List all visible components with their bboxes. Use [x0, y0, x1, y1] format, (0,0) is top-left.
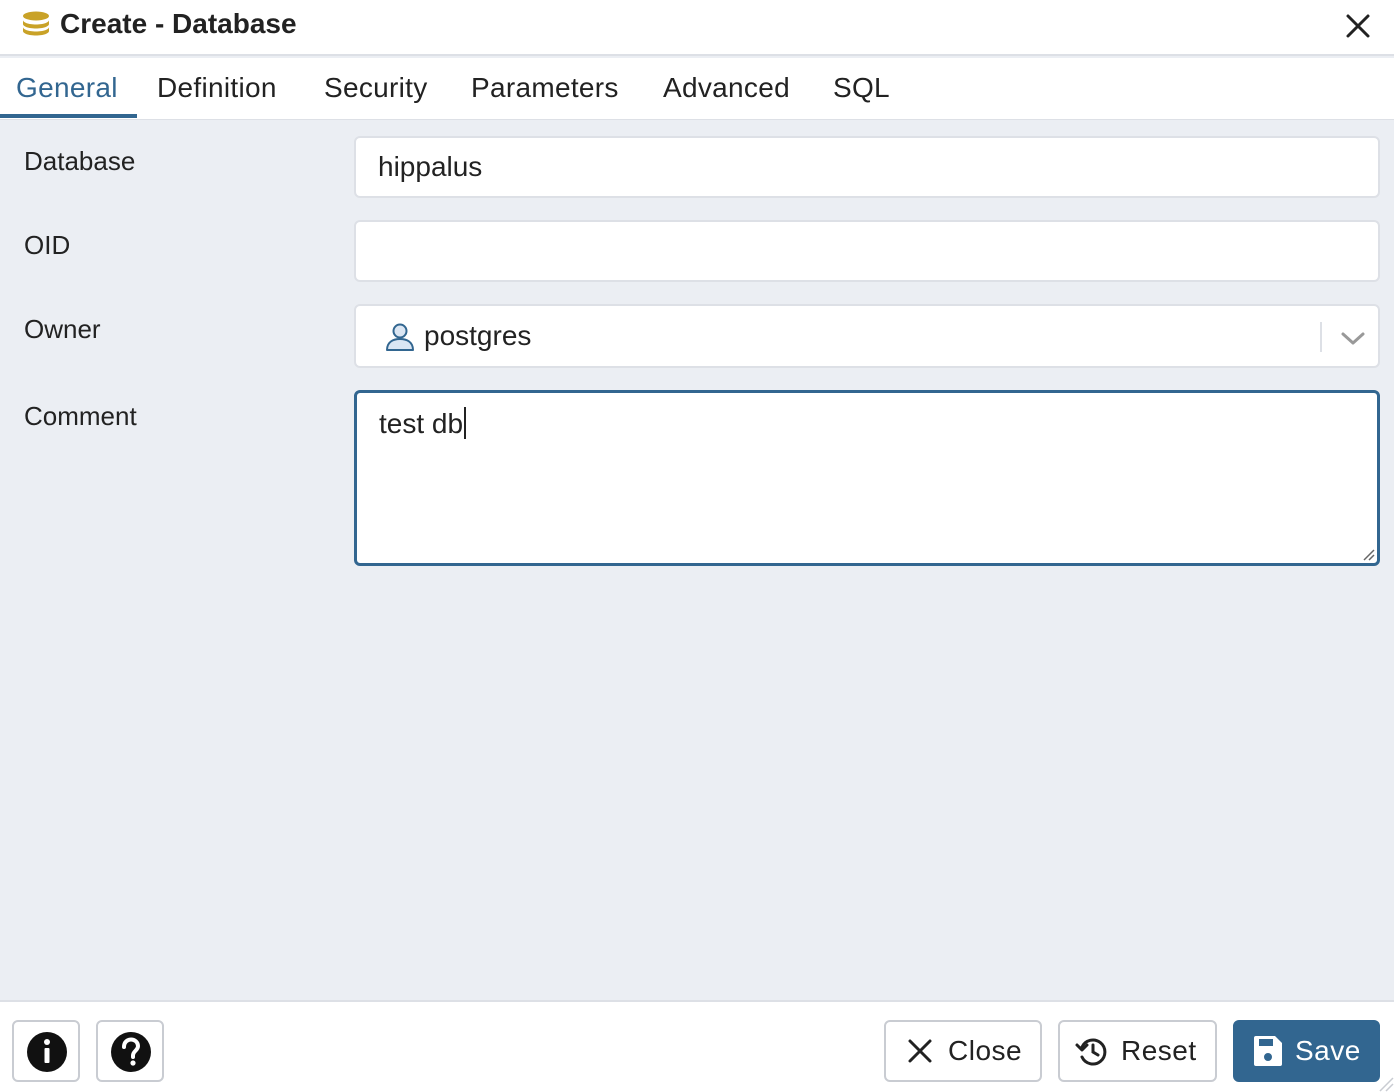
- database-icon: [23, 11, 49, 36]
- help-button[interactable]: [96, 1020, 164, 1082]
- oid-input[interactable]: [354, 220, 1380, 282]
- reset-button[interactable]: Reset: [1058, 1020, 1217, 1082]
- save-button-label: Save: [1295, 1035, 1361, 1066]
- tab-definition[interactable]: Definition: [141, 58, 293, 118]
- comment-text: test db: [379, 408, 464, 439]
- save-button[interactable]: Save: [1233, 1020, 1380, 1082]
- database-label: Database: [24, 146, 136, 176]
- reset-icon: [1075, 1038, 1107, 1066]
- info-icon: [27, 1032, 67, 1072]
- tab-general[interactable]: General: [0, 58, 137, 118]
- comment-label: Comment: [24, 401, 137, 431]
- save-icon: [1254, 1036, 1282, 1066]
- tab-security[interactable]: Security: [308, 58, 444, 118]
- resize-handle-icon[interactable]: [1361, 547, 1375, 561]
- info-button[interactable]: [12, 1020, 80, 1082]
- reset-button-label: Reset: [1121, 1035, 1197, 1066]
- select-separator: [1320, 322, 1322, 352]
- tab-parameters[interactable]: Parameters: [455, 58, 635, 118]
- help-icon: [111, 1032, 151, 1072]
- dialog-titlebar: Create - Database: [0, 0, 1394, 56]
- dialog-footer: Close Reset Save: [0, 1000, 1394, 1092]
- close-button[interactable]: Close: [884, 1020, 1042, 1082]
- owner-select[interactable]: postgres: [354, 304, 1380, 368]
- close-dialog-icon[interactable]: [1340, 8, 1376, 44]
- database-input[interactable]: hippalus: [354, 136, 1380, 198]
- owner-value: postgres: [424, 320, 532, 351]
- chevron-down-icon[interactable]: [1338, 326, 1368, 350]
- owner-label: Owner: [24, 314, 101, 344]
- window-resize-grip-icon[interactable]: [1374, 1072, 1394, 1092]
- dialog-title: Create - Database: [60, 8, 297, 39]
- user-icon: [386, 323, 414, 351]
- close-icon: [908, 1039, 932, 1063]
- tab-bar: General Definition Security Parameters A…: [0, 58, 1394, 120]
- tab-sql[interactable]: SQL: [817, 58, 906, 118]
- text-caret: [464, 407, 467, 439]
- tab-advanced[interactable]: Advanced: [647, 58, 806, 118]
- close-button-label: Close: [948, 1035, 1023, 1066]
- oid-label: OID: [24, 230, 71, 260]
- comment-textarea[interactable]: test db: [354, 390, 1380, 566]
